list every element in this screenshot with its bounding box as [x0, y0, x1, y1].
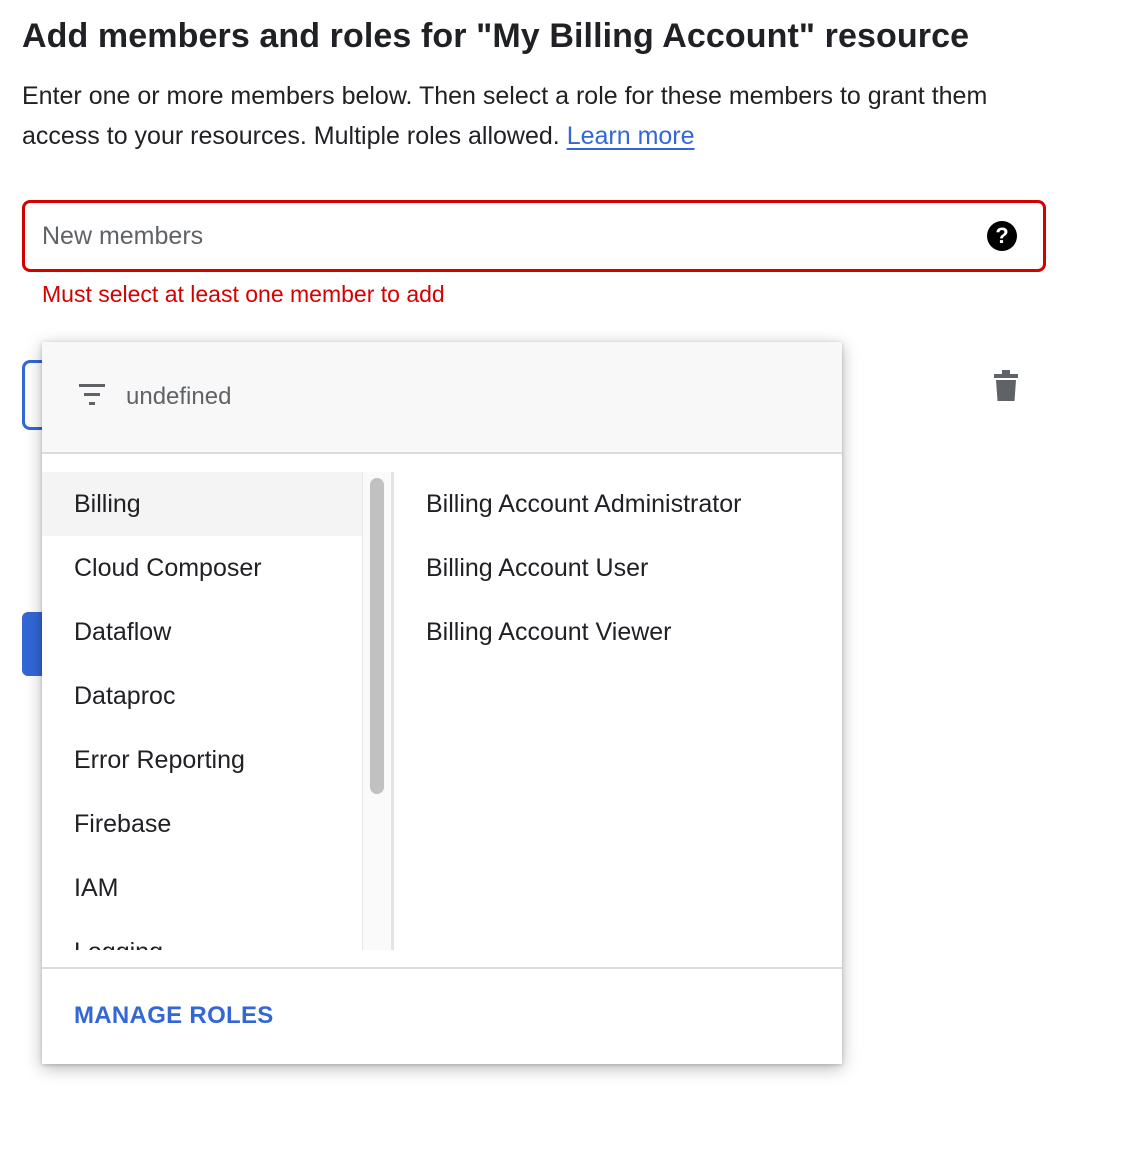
category-item-cloud-composer[interactable]: Cloud Composer: [42, 536, 362, 600]
new-members-input[interactable]: [42, 217, 942, 255]
scrollbar-thumb[interactable]: [370, 478, 384, 794]
role-item-billing-account-viewer[interactable]: Billing Account Viewer: [426, 600, 672, 664]
help-icon[interactable]: ?: [987, 221, 1017, 251]
role-item-billing-account-user[interactable]: Billing Account User: [426, 536, 648, 600]
page-description: Enter one or more members below. Then se…: [22, 76, 1052, 156]
delete-icon[interactable]: [992, 370, 1020, 402]
page-title: Add members and roles for "My Billing Ac…: [22, 17, 970, 55]
role-filter-bar[interactable]: undefined: [42, 342, 842, 454]
role-item-billing-account-administrator[interactable]: Billing Account Administrator: [426, 472, 741, 536]
category-item-dataflow[interactable]: Dataflow: [42, 600, 362, 664]
filter-icon: [79, 384, 105, 405]
category-item-dataproc[interactable]: Dataproc: [42, 664, 362, 728]
description-text: Enter one or more members below. Then se…: [22, 82, 988, 150]
category-item-error-reporting[interactable]: Error Reporting: [42, 728, 362, 792]
learn-more-link[interactable]: Learn more: [567, 122, 695, 150]
footer-divider: [42, 967, 842, 969]
role-picker-dropdown: undefined Billing Cloud Composer Dataflo…: [42, 342, 842, 1064]
members-error-message: Must select at least one member to add: [42, 281, 445, 307]
category-item-firebase[interactable]: Firebase: [42, 792, 362, 856]
category-item-iam[interactable]: IAM: [42, 856, 362, 920]
manage-roles-button[interactable]: MANAGE ROLES: [74, 998, 274, 1034]
role-filter-input[interactable]: undefined: [126, 380, 231, 414]
role-category-list[interactable]: Billing Cloud Composer Dataflow Dataproc…: [42, 472, 362, 950]
category-item-billing[interactable]: Billing: [42, 472, 362, 536]
category-scrollbar[interactable]: [362, 472, 394, 950]
new-members-field[interactable]: ?: [22, 200, 1046, 272]
category-item-logging[interactable]: Logging: [42, 920, 362, 950]
